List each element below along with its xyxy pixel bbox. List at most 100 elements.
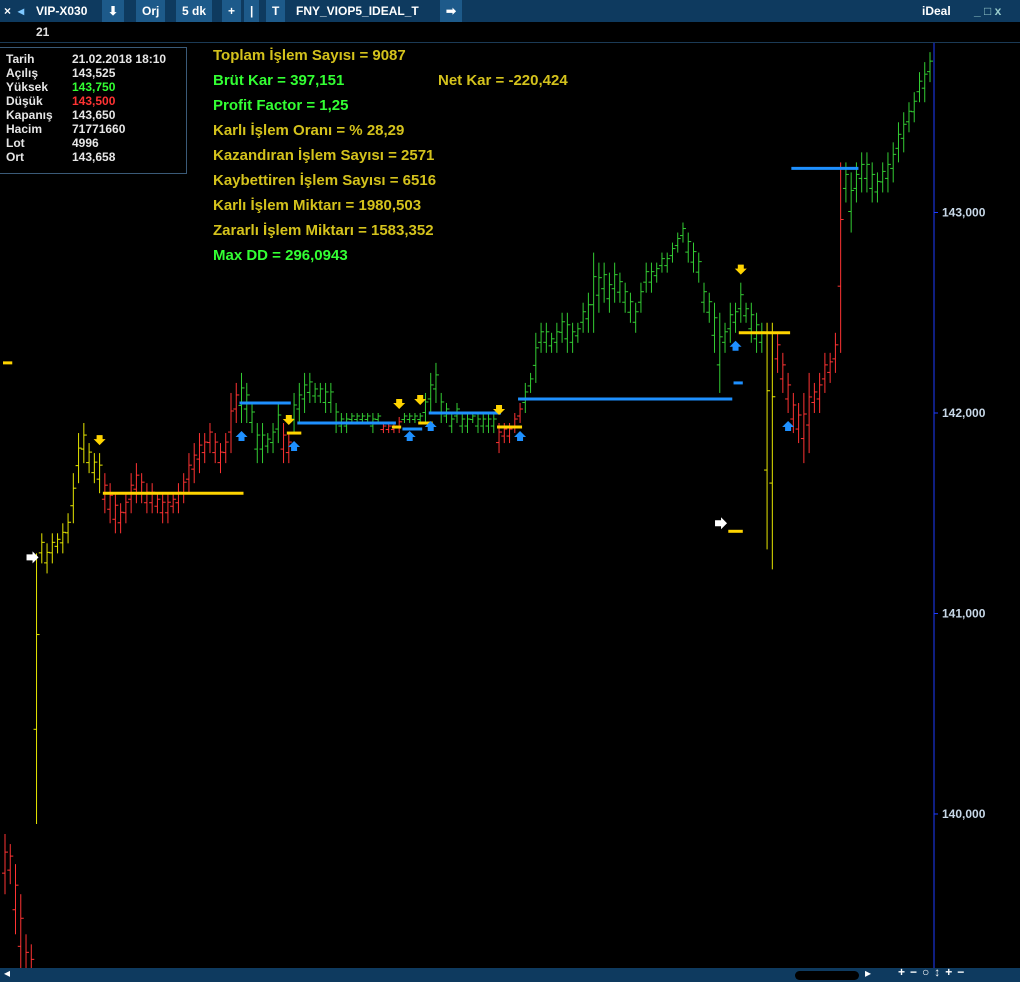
ohlc-bar xyxy=(217,443,224,474)
ohlc-bar xyxy=(348,413,355,424)
ohlc-bar xyxy=(296,382,303,424)
y-axis-ticks: 143,000 142,000 141,000 140,000 xyxy=(934,206,986,821)
info-value: 143,658 xyxy=(72,150,116,164)
ohlc-bar xyxy=(743,302,750,323)
close-icon[interactable]: × xyxy=(4,0,11,22)
info-key: Ort xyxy=(6,150,24,164)
ohlc-bar xyxy=(459,413,466,434)
zoom-controls-icon[interactable]: +−○↕+− xyxy=(898,965,969,979)
scroll-bar[interactable]: ◂ ▸ +−○↕+− xyxy=(0,965,1020,982)
ohlc-bar xyxy=(280,423,287,464)
ohlc-bar xyxy=(827,352,834,383)
period-button[interactable]: 5 dk xyxy=(176,0,213,22)
left-arrow-icon[interactable]: ◂ xyxy=(18,0,24,22)
ohlc-bar xyxy=(364,413,371,424)
ohlc-bar xyxy=(895,122,902,163)
ohlc-bar xyxy=(590,252,597,333)
line-tool-icon[interactable]: | xyxy=(244,0,260,22)
ohlc-bar xyxy=(133,463,140,504)
ohlc-bar xyxy=(427,372,434,413)
ohlc-bar xyxy=(601,262,608,303)
ohlc-bar xyxy=(648,262,655,293)
ohlc-bar xyxy=(107,483,114,524)
ohlc-bar xyxy=(580,302,587,333)
info-value: 4996 xyxy=(72,136,99,150)
ohlc-bar xyxy=(863,152,870,193)
ohlc-bar xyxy=(779,352,786,393)
ohlc-bar xyxy=(890,142,897,183)
ohlc-bar xyxy=(711,302,718,353)
ohlc-bar xyxy=(879,162,886,193)
ohlc-bar xyxy=(301,372,308,413)
symbol-label[interactable]: VIP-X030 xyxy=(36,0,87,22)
ohlc-bar xyxy=(222,433,229,464)
ohlc-bar xyxy=(774,332,781,373)
ohlc-bar xyxy=(606,272,613,313)
buy-arrow-icon xyxy=(782,421,795,431)
ohlc-bar xyxy=(285,433,292,464)
ohlc-bar xyxy=(122,493,129,524)
ohlc-bar xyxy=(785,372,792,413)
info-value: 143,750 xyxy=(72,80,116,94)
bar-info-panel: Tarih 21.02.2018 18:10 Açılış 143,525 Yüksek… xyxy=(0,47,187,174)
ohlc-bar xyxy=(385,423,392,434)
ohlc-bar xyxy=(900,112,907,153)
ohlc-bar xyxy=(65,513,72,544)
info-value: 143,500 xyxy=(72,94,116,108)
ohlc-bar xyxy=(869,162,876,203)
ohlc-bar xyxy=(438,392,445,424)
ohlc-bar xyxy=(322,382,329,413)
ohlc-bar xyxy=(33,553,40,825)
ohlc-bar xyxy=(233,382,240,424)
ohlc-bar xyxy=(375,413,382,424)
ohlc-bar xyxy=(858,152,865,193)
ohlc-bar xyxy=(532,332,539,383)
add-icon[interactable]: + xyxy=(222,0,242,22)
ohlc-bar xyxy=(201,433,208,464)
sell-arrow-icon xyxy=(282,415,295,426)
title-toolbar: × ◂ VIP-X030 ⬇ Orj 5 dk + | T FNY_VIOP5_… xyxy=(0,0,1020,22)
ohlc-bar xyxy=(80,423,87,464)
ohlc-bar xyxy=(679,222,686,243)
ohlc-bar xyxy=(327,382,334,413)
ohlc-bar xyxy=(354,413,361,424)
subbar-value: 21 xyxy=(36,25,50,39)
ohlc-bar xyxy=(653,262,660,283)
ohlc-bar xyxy=(7,844,14,885)
ohlc-bar xyxy=(511,413,518,434)
ohlc-bar xyxy=(49,533,56,564)
download-icon[interactable]: ⬇ xyxy=(102,0,125,22)
ohlc-bar xyxy=(249,402,256,434)
scroll-right-icon[interactable]: ▸ xyxy=(865,966,871,980)
window-controls[interactable]: _ □ x xyxy=(974,0,1001,22)
run-arrow-icon[interactable]: ➡ xyxy=(440,0,463,22)
ohlc-bar xyxy=(832,332,839,373)
info-key: Hacim xyxy=(6,122,43,136)
ohlc-bar xyxy=(254,423,261,464)
ohlc-bar xyxy=(59,523,66,554)
ohlc-bar xyxy=(411,413,418,424)
y-tick-label: 143,000 xyxy=(942,206,986,220)
ohlc-bar xyxy=(75,433,82,484)
ohlc-bar xyxy=(658,252,665,273)
sell-arrow-icon xyxy=(93,435,106,446)
scroll-thumb[interactable] xyxy=(795,971,859,980)
system-name[interactable]: FNY_VIOP5_IDEAL_T xyxy=(296,0,419,22)
scroll-left-icon[interactable]: ◂ xyxy=(4,966,10,980)
text-tool-icon[interactable]: T xyxy=(266,0,286,22)
price-chart[interactable]: 143,000 142,000 141,000 140,000 xyxy=(0,43,1020,968)
ohlc-bar xyxy=(585,292,592,333)
ohlc-bar xyxy=(701,282,708,313)
price-bars xyxy=(2,52,933,968)
ohlc-bar xyxy=(317,382,324,403)
ohlc-bar xyxy=(727,302,734,343)
buy-arrow-icon xyxy=(403,431,416,442)
gross-loss-amount-label: Zararlı İşlem Miktarı = 1583,352 xyxy=(213,222,434,239)
sell-arrow-icon xyxy=(393,399,406,410)
ohlc-bar xyxy=(564,312,571,353)
ohlc-bar xyxy=(2,834,8,895)
ohlc-bar xyxy=(816,372,823,413)
ohlc-bar xyxy=(569,322,576,353)
entry-arrow-icon xyxy=(715,517,728,530)
mode-button[interactable]: Orj xyxy=(136,0,166,22)
